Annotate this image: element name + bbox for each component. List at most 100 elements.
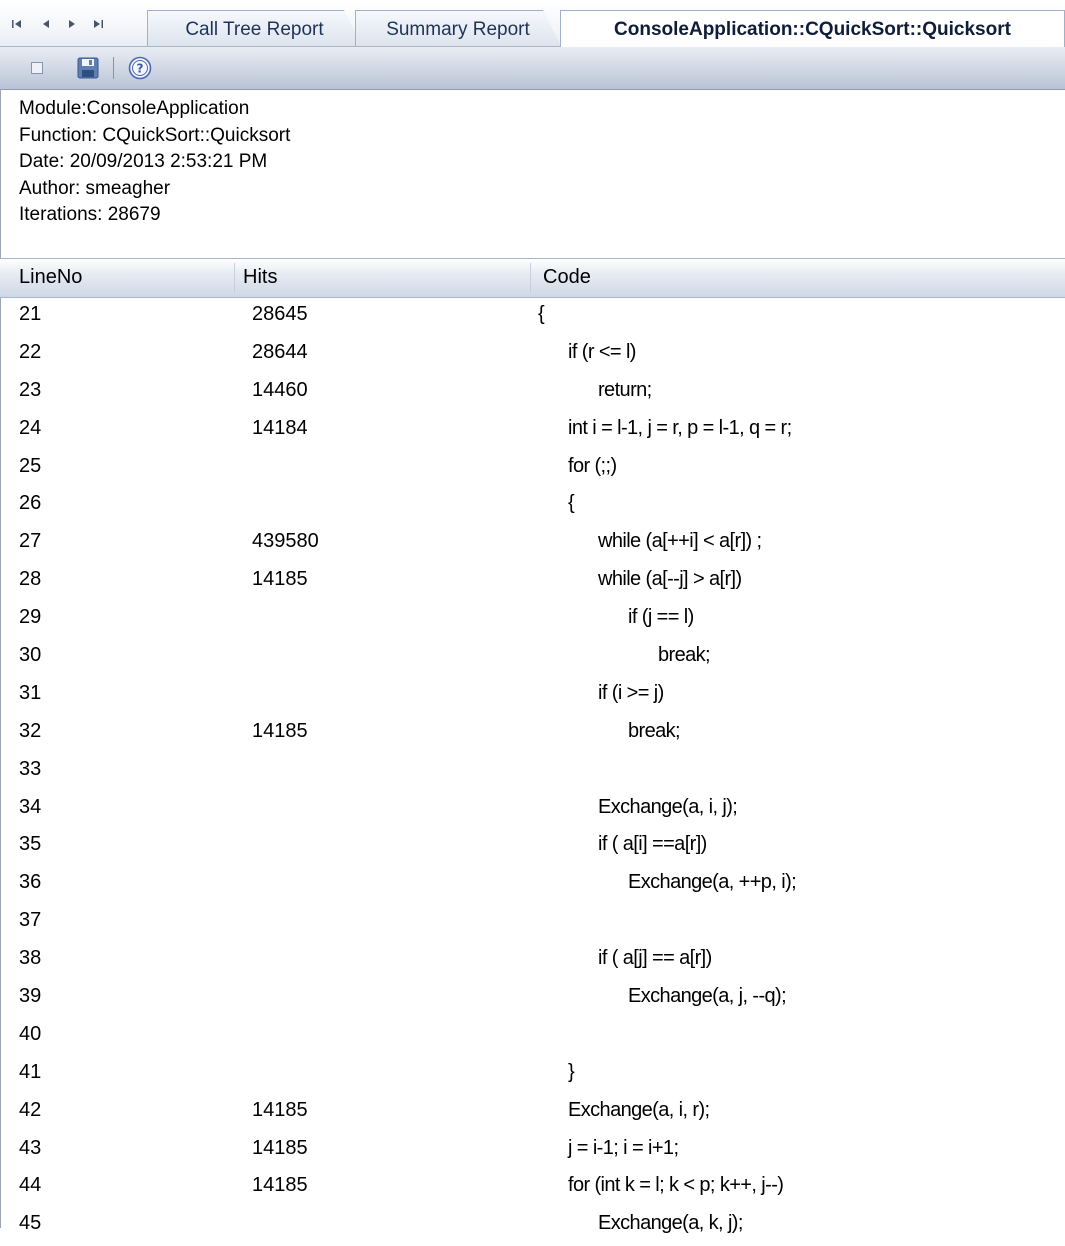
cell-lineno: 27 bbox=[19, 530, 42, 553]
table-row[interactable]: 33 bbox=[0, 754, 1065, 792]
cell-hits: 14185 bbox=[252, 1174, 308, 1197]
table-row[interactable]: 29 if (j == l) bbox=[0, 602, 1065, 640]
cell-lineno: 24 bbox=[19, 416, 42, 439]
table-row[interactable]: 31 if (i >= j) bbox=[0, 678, 1065, 716]
table-row[interactable]: 36 Exchange(a, ++p, i); bbox=[0, 867, 1065, 905]
column-header-lineno[interactable]: LineNo bbox=[19, 266, 82, 289]
table-row[interactable]: 27 439580 while (a[++i] < a[r]) ; bbox=[0, 526, 1065, 564]
stop-icon[interactable] bbox=[25, 56, 49, 80]
table-row[interactable]: 43 14185 j = i-1; i = i+1; bbox=[0, 1133, 1065, 1171]
table-row[interactable]: 21 28645 { bbox=[0, 299, 1065, 337]
iterations-text: Iterations: 28679 bbox=[19, 204, 161, 225]
table-row[interactable]: 23 14460 return; bbox=[0, 375, 1065, 413]
cell-code: while (a[++i] < a[r]) ; bbox=[598, 530, 762, 553]
table-row[interactable]: 26 { bbox=[0, 488, 1065, 526]
cell-code: Exchange(a, ++p, i); bbox=[628, 871, 797, 894]
table-row[interactable]: 25 for (;;) bbox=[0, 451, 1065, 489]
column-divider[interactable] bbox=[234, 263, 235, 293]
cell-code: if ( a[j] == a[r]) bbox=[598, 947, 712, 970]
cell-lineno: 21 bbox=[19, 303, 42, 325]
column-header-hits[interactable]: Hits bbox=[243, 266, 277, 289]
cell-code: Exchange(a, i, r); bbox=[568, 1098, 710, 1121]
cell-lineno: 33 bbox=[19, 757, 42, 780]
cell-lineno: 36 bbox=[19, 871, 42, 894]
cell-code: if (j == l) bbox=[628, 606, 694, 629]
table-row[interactable]: 30 break; bbox=[0, 640, 1065, 678]
cell-lineno: 43 bbox=[19, 1136, 42, 1159]
cell-code: Exchange(a, k, j); bbox=[598, 1212, 743, 1235]
table-row[interactable]: 28 14185 while (a[--j] > a[r]) bbox=[0, 564, 1065, 602]
tab-label: Call Tree Report bbox=[185, 19, 324, 40]
column-header-code[interactable]: Code bbox=[543, 266, 591, 289]
table-row[interactable]: 45 Exchange(a, k, j); bbox=[0, 1208, 1065, 1246]
cell-hits: 14460 bbox=[252, 378, 308, 401]
table-row[interactable]: 42 14185 Exchange(a, i, r); bbox=[0, 1095, 1065, 1133]
cell-code: j = i-1; i = i+1; bbox=[568, 1136, 679, 1159]
cell-hits: 14184 bbox=[252, 416, 308, 439]
cell-lineno: 44 bbox=[19, 1174, 42, 1197]
next-tab-icon[interactable] bbox=[63, 14, 81, 34]
last-tab-icon[interactable] bbox=[89, 14, 107, 34]
help-icon[interactable]: ? bbox=[128, 56, 152, 80]
cell-code: for (;;) bbox=[568, 454, 617, 477]
table-row[interactable]: 34 Exchange(a, i, j); bbox=[0, 792, 1065, 830]
cell-code: break; bbox=[658, 644, 711, 667]
svg-text:?: ? bbox=[137, 62, 144, 76]
toolbar: ? bbox=[0, 47, 1065, 90]
cell-lineno: 37 bbox=[19, 909, 42, 932]
cell-lineno: 41 bbox=[19, 1060, 42, 1083]
cell-hits: 439580 bbox=[252, 530, 319, 553]
table-row[interactable]: 24 14184 int i = l-1, j = r, p = l-1, q = … bbox=[0, 413, 1065, 451]
cell-lineno: 42 bbox=[19, 1098, 42, 1121]
cell-code: Exchange(a, i, j); bbox=[598, 795, 738, 818]
toolbar-separator bbox=[113, 57, 114, 79]
cell-lineno: 32 bbox=[19, 719, 42, 742]
cell-code: break; bbox=[628, 719, 681, 742]
cell-lineno: 40 bbox=[19, 1022, 42, 1045]
table-row[interactable]: 37 bbox=[0, 905, 1065, 943]
cell-lineno: 38 bbox=[19, 947, 42, 970]
tab-call-tree-report[interactable]: Call Tree Report bbox=[147, 10, 362, 46]
cell-hits: 14185 bbox=[252, 1136, 308, 1159]
date-text: Date: 20/09/2013 2:53:21 PM bbox=[19, 151, 268, 172]
table-row[interactable]: 41} bbox=[0, 1057, 1065, 1095]
table-row[interactable]: 32 14185 break; bbox=[0, 716, 1065, 754]
cell-code: for (int k = l; k < p; k++, j--) bbox=[568, 1174, 784, 1197]
cell-lineno: 29 bbox=[19, 606, 42, 629]
table-row[interactable]: 38 if ( a[j] == a[r]) bbox=[0, 943, 1065, 981]
first-tab-icon[interactable] bbox=[8, 14, 26, 34]
cell-lineno: 23 bbox=[19, 378, 42, 401]
tab-summary-report[interactable]: Summary Report bbox=[355, 10, 561, 46]
cell-code: Exchange(a, j, --q); bbox=[628, 985, 787, 1008]
table-row[interactable]: 40 bbox=[0, 1019, 1065, 1057]
cell-lineno: 26 bbox=[19, 492, 42, 515]
module-text: Module:ConsoleApplication bbox=[19, 98, 250, 119]
cell-code: while (a[--j] > a[r]) bbox=[598, 568, 742, 591]
column-divider[interactable] bbox=[530, 263, 531, 293]
table-row[interactable]: 44 14185 for (int k = l; k < p; k++, j--) bbox=[0, 1170, 1065, 1208]
cell-lineno: 28 bbox=[19, 568, 42, 591]
report-info: Module:ConsoleApplication Function: CQui… bbox=[19, 96, 290, 229]
previous-tab-icon[interactable] bbox=[37, 14, 55, 34]
cell-hits: 14185 bbox=[252, 1098, 308, 1121]
cell-code: int i = l-1, j = r, p = l-1, q = r; bbox=[568, 416, 792, 439]
tab-label: Summary Report bbox=[386, 19, 530, 40]
table-row[interactable]: 39 Exchange(a, j, --q); bbox=[0, 981, 1065, 1019]
cell-lineno: 45 bbox=[19, 1212, 42, 1235]
cell-code: if ( a[i] ==a[r]) bbox=[598, 833, 707, 856]
table-row[interactable]: 35 if ( a[i] ==a[r]) bbox=[0, 829, 1065, 867]
table-header: LineNo Hits Code bbox=[0, 258, 1065, 298]
tab-strip: Call Tree Report Summary Report ConsoleA… bbox=[0, 0, 1065, 47]
cell-code: return; bbox=[598, 378, 652, 401]
save-icon[interactable] bbox=[76, 56, 100, 80]
cell-code: if (i >= j) bbox=[598, 681, 664, 704]
tab-quicksort-report[interactable]: ConsoleApplication::CQuickSort::Quicksor… bbox=[560, 10, 1065, 47]
cell-lineno: 39 bbox=[19, 985, 42, 1008]
author-text: Author: smeagher bbox=[19, 177, 171, 199]
cell-lineno: 30 bbox=[19, 644, 42, 667]
tab-label: ConsoleApplication::CQuickSort::Quicksor… bbox=[614, 19, 1011, 40]
cell-lineno: 34 bbox=[19, 795, 42, 818]
cell-code: { bbox=[568, 492, 575, 515]
table-body: 21 28645 {22 28644 if (r <= l) 23 14460 return;… bbox=[0, 299, 1065, 1246]
table-row[interactable]: 22 28644 if (r <= l) bbox=[0, 337, 1065, 375]
